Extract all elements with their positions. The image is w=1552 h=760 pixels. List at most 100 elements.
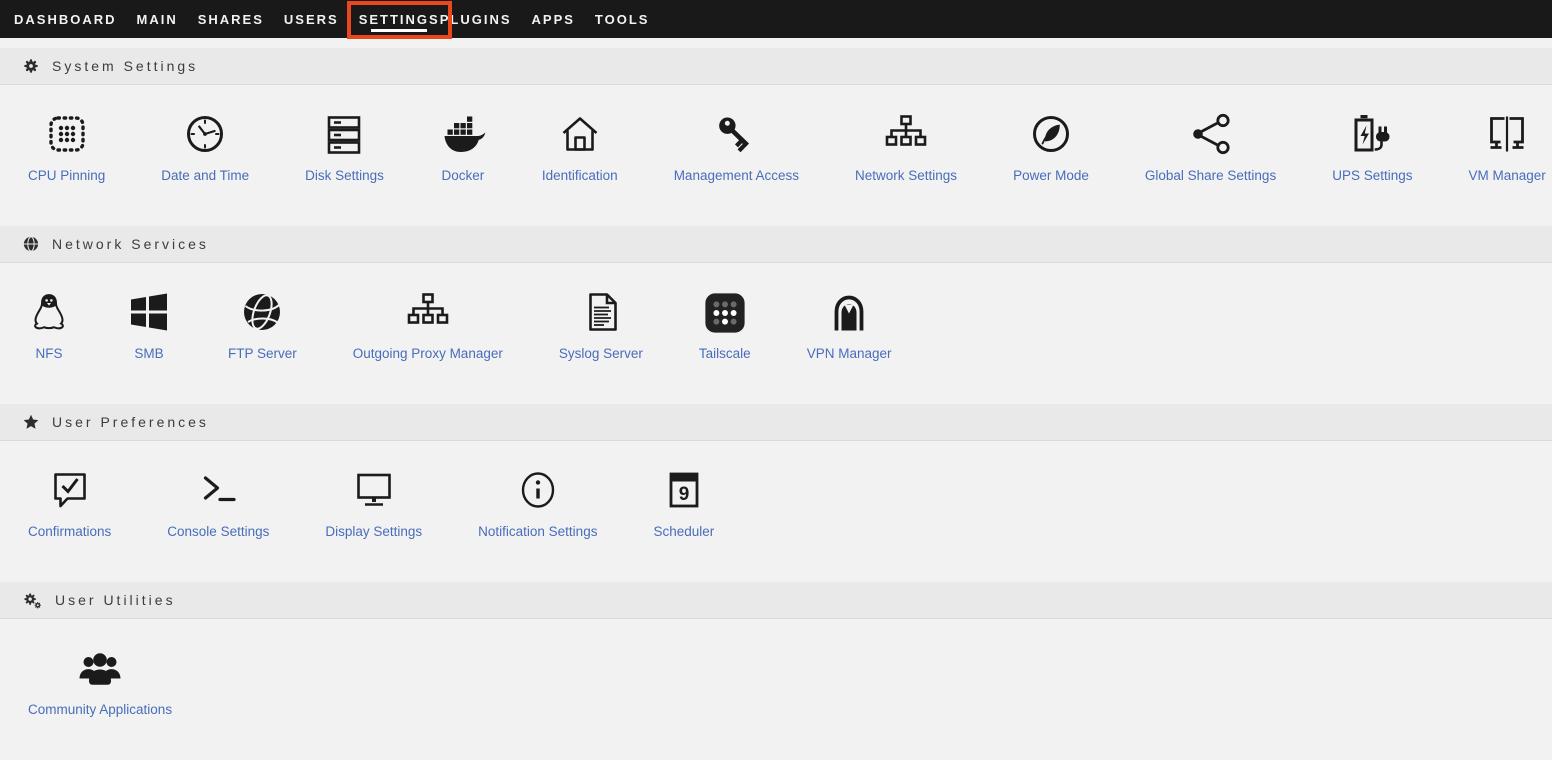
tile-label: Tailscale xyxy=(699,346,751,362)
tile-label: Console Settings xyxy=(167,524,269,540)
tile-label: CPU Pinning xyxy=(28,168,105,184)
globe-sphere-icon xyxy=(239,288,285,335)
settings-highlight-annotation: SETTINGS xyxy=(347,1,452,39)
comment-check-icon xyxy=(47,466,93,513)
user-preferences-items: Confirmations Console Settings xyxy=(0,441,1552,540)
tile-label: Disk Settings xyxy=(305,168,384,184)
system-settings-items: CPU Pinning Date and Time xyxy=(0,85,1552,184)
tile-network-settings[interactable]: Network Settings xyxy=(827,110,985,184)
clock-icon xyxy=(182,110,228,157)
section-user-preferences: User Preferences Confirmations xyxy=(0,404,1552,582)
tile-ftp-server[interactable]: FTP Server xyxy=(200,288,325,362)
section-title: User Utilities xyxy=(55,592,176,608)
tile-nfs[interactable]: NFS xyxy=(0,288,98,362)
active-tab-underline xyxy=(371,29,427,32)
tile-label: Management Access xyxy=(674,168,799,184)
tile-label: Global Share Settings xyxy=(1145,168,1276,184)
section-user-utilities: User Utilities Community Applications xyxy=(0,582,1552,760)
section-title: Network Services xyxy=(52,236,209,252)
tailscale-dots-icon xyxy=(703,288,747,335)
tile-label: Date and Time xyxy=(161,168,249,184)
windows-logo-icon xyxy=(126,288,172,335)
tile-power-mode[interactable]: Power Mode xyxy=(985,110,1117,184)
tile-ups-settings[interactable]: UPS Settings xyxy=(1304,110,1440,184)
tile-label: Outgoing Proxy Manager xyxy=(353,346,503,362)
section-header-network-services: Network Services xyxy=(0,226,1552,263)
tile-label: Power Mode xyxy=(1013,168,1089,184)
calendar-icon: 9 xyxy=(661,466,707,513)
tile-global-share-settings[interactable]: Global Share Settings xyxy=(1117,110,1304,184)
top-navbar: DASHBOARD MAIN SHARES USERS SETTINGS PLU… xyxy=(0,0,1552,38)
info-circle-icon xyxy=(515,466,561,513)
tile-management-access[interactable]: Management Access xyxy=(646,110,827,184)
docker-whale-icon xyxy=(440,110,486,157)
tile-label: Confirmations xyxy=(28,524,111,540)
double-gears-icon xyxy=(23,592,42,609)
battery-plug-icon xyxy=(1349,110,1395,157)
nav-apps[interactable]: APPS xyxy=(532,12,575,27)
tile-display-settings[interactable]: Display Settings xyxy=(297,466,450,540)
monitor-icon xyxy=(351,466,397,513)
house-icon xyxy=(557,110,603,157)
tile-cpu-pinning[interactable]: CPU Pinning xyxy=(0,110,133,184)
users-group-icon xyxy=(77,644,123,691)
section-header-user-utilities: User Utilities xyxy=(0,582,1552,619)
star-icon xyxy=(23,414,39,430)
user-utilities-items: Community Applications xyxy=(0,619,1552,718)
nav-shares[interactable]: SHARES xyxy=(198,12,264,27)
disk-stack-icon xyxy=(321,110,367,157)
tile-label: UPS Settings xyxy=(1332,168,1412,184)
tile-vpn-manager[interactable]: VPN Manager xyxy=(779,288,920,362)
key-icon xyxy=(713,110,759,157)
tile-label: Scheduler xyxy=(653,524,714,540)
tile-confirmations[interactable]: Confirmations xyxy=(0,466,139,540)
tile-label: Identification xyxy=(542,168,618,184)
leaf-circle-icon xyxy=(1028,110,1074,157)
section-header-user-preferences: User Preferences xyxy=(0,404,1552,441)
tile-label: FTP Server xyxy=(228,346,297,362)
log-file-icon xyxy=(578,288,624,335)
tile-community-applications[interactable]: Community Applications xyxy=(0,644,200,718)
nav-dashboard[interactable]: DASHBOARD xyxy=(14,12,117,27)
tux-penguin-icon xyxy=(28,288,70,335)
terminal-icon xyxy=(195,466,241,513)
tile-disk-settings[interactable]: Disk Settings xyxy=(277,110,412,184)
tile-identification[interactable]: Identification xyxy=(514,110,646,184)
tile-docker[interactable]: Docker xyxy=(412,110,514,184)
section-title: System Settings xyxy=(52,58,198,74)
tile-outgoing-proxy-manager[interactable]: Outgoing Proxy Manager xyxy=(325,288,531,362)
tile-label: VM Manager xyxy=(1469,168,1546,184)
tile-syslog-server[interactable]: Syslog Server xyxy=(531,288,671,362)
nav-settings-active[interactable]: SETTINGS xyxy=(359,12,440,29)
tile-label: SMB xyxy=(134,346,163,362)
tile-label: NFS xyxy=(36,346,63,362)
tile-vm-manager[interactable]: VM Manager xyxy=(1441,110,1552,184)
gear-icon xyxy=(23,58,39,74)
tile-label: Network Settings xyxy=(855,168,957,184)
tile-label: Syslog Server xyxy=(559,346,643,362)
wireguard-arch-icon xyxy=(826,288,872,335)
vm-brackets-icon xyxy=(1484,110,1530,157)
cpu-pinning-icon xyxy=(44,110,90,157)
nav-users[interactable]: USERS xyxy=(284,12,339,27)
sitemap-icon xyxy=(405,288,451,335)
nav-tools[interactable]: TOOLS xyxy=(595,12,650,27)
tile-console-settings[interactable]: Console Settings xyxy=(139,466,297,540)
section-network-services: Network Services NFS xyxy=(0,226,1552,404)
tile-label: VPN Manager xyxy=(807,346,892,362)
share-nodes-icon xyxy=(1188,110,1234,157)
tile-date-and-time[interactable]: Date and Time xyxy=(133,110,277,184)
section-header-system-settings: System Settings xyxy=(0,48,1552,85)
tile-label: Display Settings xyxy=(325,524,422,540)
tile-scheduler[interactable]: 9 Scheduler xyxy=(625,466,742,540)
tile-tailscale[interactable]: Tailscale xyxy=(671,288,779,362)
tile-notification-settings[interactable]: Notification Settings xyxy=(450,466,625,540)
section-system-settings: System Settings CPU Pinning xyxy=(0,48,1552,226)
section-title: User Preferences xyxy=(52,414,209,430)
sitemap-icon xyxy=(883,110,929,157)
settings-page: System Settings CPU Pinning xyxy=(0,38,1552,760)
calendar-digit: 9 xyxy=(679,484,690,505)
nav-main[interactable]: MAIN xyxy=(137,12,178,27)
tile-label: Docker xyxy=(441,168,484,184)
tile-smb[interactable]: SMB xyxy=(98,288,200,362)
